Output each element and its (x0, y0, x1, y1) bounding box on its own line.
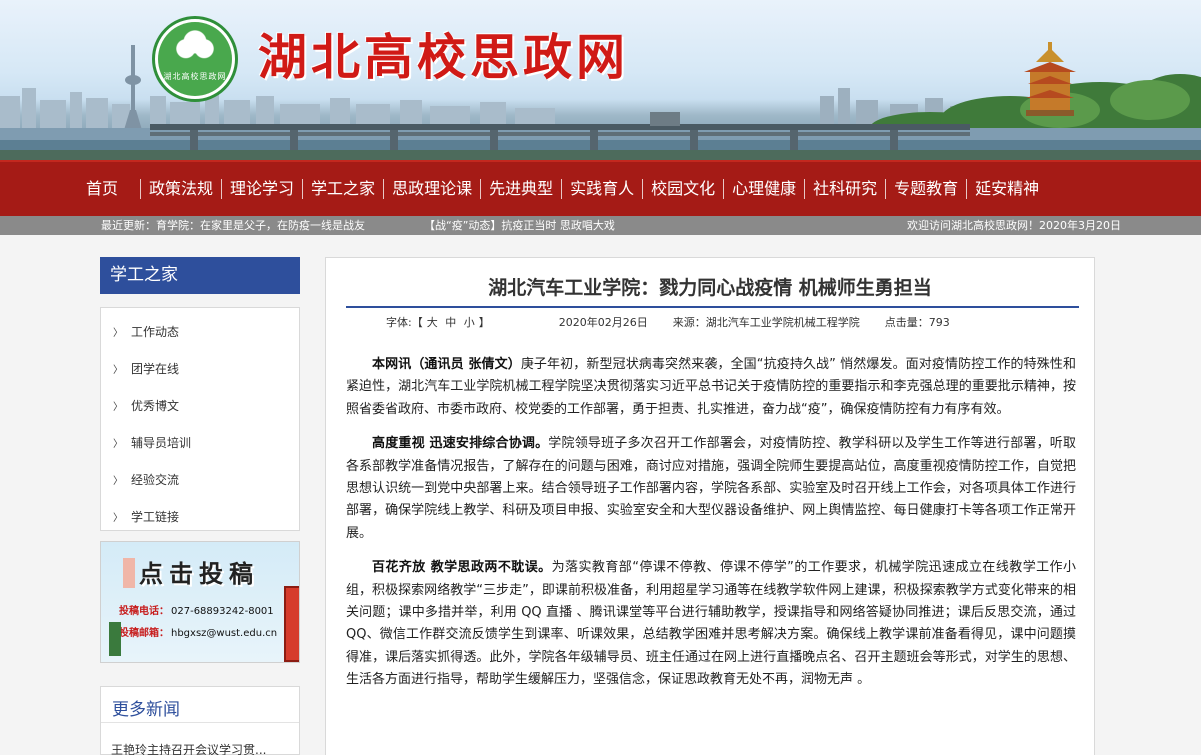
site-banner: 湖北高校思政网 湖北高校思政网 (0, 0, 1201, 160)
logo-caption: 湖北高校思政网 (163, 72, 227, 81)
more-news-item[interactable]: 王艳玲主持召开会议学习贯... (101, 723, 299, 755)
article-paragraph: 本网讯（通讯员 张倩文）庚子年初，新型冠状病毒突然来袭，全国“抗疫持久战” 悄然… (346, 354, 1076, 421)
promo-title: 点击投稿 (139, 560, 259, 588)
paragraph-lead: 本网讯（通讯员 张倩文） (372, 357, 521, 372)
sidebar-item-label: 学工链接 (131, 510, 180, 524)
nav-separator (804, 179, 806, 199)
chevron-right-icon: 〉 (113, 365, 123, 376)
email-address: hbgxsz@wust.edu.cn (171, 628, 278, 639)
nav-item[interactable]: 先进典型 (483, 178, 559, 200)
chevron-right-icon: 〉 (113, 328, 123, 339)
nav-item[interactable]: 首页 (80, 178, 138, 200)
main-nav: 首页 政策法规 理论学习 学工之家 思政理论课 先进典型 实践育人 校园文化 心理健康 社科研究专… (0, 160, 1201, 216)
nav-item[interactable]: 专题教育 (888, 178, 964, 200)
article-paragraph: 百花齐放 教学思政两不耽误。为落实教育部“停课不停教、停课不停学”的工作要求，机… (346, 557, 1076, 691)
sidebar-item[interactable]: 〉辅导员培训 (101, 425, 299, 462)
site-title: 湖北高校思政网 (258, 28, 630, 86)
font-size-label: 字体:【 (386, 316, 423, 329)
nav-item[interactable]: 心理健康 (726, 178, 802, 200)
email-label: 投稿邮箱： (119, 628, 169, 639)
nav-separator (480, 179, 482, 199)
article-hits: 点击量：793 (884, 316, 950, 329)
title-divider (346, 306, 1079, 308)
nav-item[interactable]: 理论学习 (224, 178, 300, 200)
nav-separator (221, 179, 223, 199)
site-logo[interactable]: 湖北高校思政网 (152, 16, 238, 102)
phone-number: 027-68893242-8001 (171, 606, 274, 617)
sidebar-item-label: 优秀博文 (131, 399, 180, 413)
article-meta: 字体:【大 中 小】 2020年02月26日 来源：湖北汽车工业学院机械工程学院… (386, 314, 954, 330)
nav-item[interactable]: 学工之家 (305, 178, 381, 200)
nav-separator (966, 179, 968, 199)
paragraph-text: 学院领导班子多次召开工作部署会，对疫情防控、教学科研以及学生工作等进行部署，听取… (346, 436, 1076, 541)
chevron-right-icon: 〉 (113, 439, 123, 450)
promo-email: 投稿邮箱： hbgxsz@wust.edu.cn (119, 624, 277, 639)
article-date: 2020年02月26日 (558, 316, 648, 329)
more-news-title[interactable]: 更多新闻 (101, 687, 299, 723)
sidebar-item[interactable]: 〉团学在线 (101, 351, 299, 388)
nav-separator (140, 179, 142, 199)
font-small-button[interactable]: 小 (464, 316, 475, 329)
nav-item[interactable]: 思政理论课 (386, 178, 478, 200)
paragraph-lead: 百花齐放 教学思政两不耽误。 (372, 560, 552, 576)
paragraph-text: 为落实教育部“停课不停教、停课不停学”的工作要求，机械学院迅速成立在线教学工作小… (346, 560, 1076, 687)
promo-accent-bar (123, 558, 135, 588)
nav-item[interactable]: 校园文化 (645, 178, 721, 200)
mailbox-icon (284, 586, 299, 662)
sidebar-title: 学工之家 (100, 257, 300, 294)
sidebar-item-label: 工作动态 (131, 325, 180, 339)
nav-item[interactable]: 社科研究 (807, 178, 883, 200)
nav-separator (642, 179, 644, 199)
ticker-scrolling-news[interactable]: 【战“疫”动态】抗疫正当时 思政唱大戏 (424, 216, 636, 235)
sidebar-item[interactable]: 〉经验交流 (101, 462, 299, 499)
sidebar-item[interactable]: 〉优秀博文 (101, 388, 299, 425)
font-medium-button[interactable]: 中 (445, 316, 456, 329)
news-ticker: 最近更新：育学院：在家里是父子，在防疫一线是战友 【战“疫”动态】抗疫正当时 思… (0, 216, 1201, 235)
nav-separator (561, 179, 563, 199)
sidebar-item-label: 辅导员培训 (131, 436, 192, 450)
article-paragraph: 高度重视 迅速安排综合协调。学院领导班子多次召开工作部署会，对疫情防控、教学科研… (346, 433, 1076, 544)
nav-item[interactable]: 延安精神 (969, 178, 1045, 200)
ticker-welcome-date: 欢迎访问湖北高校思政网！2020年3月20日 (907, 219, 1121, 232)
submit-article-banner[interactable]: 点击投稿 投稿电话： 027-68893242-8001 投稿邮箱： hbgxsz@… (100, 541, 300, 663)
nav-item[interactable]: 实践育人 (564, 178, 640, 200)
font-size-close: 】 (478, 316, 490, 329)
chevron-right-icon: 〉 (113, 402, 123, 413)
sidebar-item-label: 经验交流 (131, 473, 180, 487)
nav-separator (383, 179, 385, 199)
logo-tree-icon: 湖北高校思政网 (158, 22, 232, 96)
sidebar-item[interactable]: 〉工作动态 (101, 314, 299, 351)
article-body: 本网讯（通讯员 张倩文）庚子年初，新型冠状病毒突然来袭，全国“抗疫持久战” 悄然… (346, 354, 1076, 704)
article-panel: 湖北汽车工业学院：戮力同心战疫情 机械师生勇担当 字体:【大 中 小】 2020… (325, 257, 1095, 755)
nav-separator (302, 179, 304, 199)
nav-separator (885, 179, 887, 199)
nav-separator (723, 179, 725, 199)
nav-item[interactable]: 政策法规 (143, 178, 219, 200)
font-large-button[interactable]: 大 (427, 316, 438, 329)
ticker-latest-update[interactable]: 最近更新：育学院：在家里是父子，在防疫一线是战友 (101, 216, 365, 235)
paragraph-lead: 高度重视 迅速安排综合协调。 (372, 436, 549, 452)
more-news-panel: 更多新闻 王艳玲主持召开会议学习贯... (100, 686, 300, 755)
street-lamp-icon (109, 622, 121, 656)
chevron-right-icon: 〉 (113, 513, 123, 524)
article-title: 湖北汽车工业学院：戮力同心战疫情 机械师生勇担当 (488, 277, 932, 299)
sidebar-menu: 〉工作动态〉团学在线〉优秀博文〉辅导员培训〉经验交流〉学工链接 (100, 307, 300, 531)
sidebar-item-label: 团学在线 (131, 362, 180, 376)
chevron-right-icon: 〉 (113, 476, 123, 487)
promo-phone: 投稿电话： 027-68893242-8001 (119, 602, 274, 617)
article-source: 来源：湖北汽车工业学院机械工程学院 (672, 316, 860, 329)
sidebar-item[interactable]: 〉学工链接 (101, 499, 299, 536)
phone-label: 投稿电话： (119, 606, 169, 617)
